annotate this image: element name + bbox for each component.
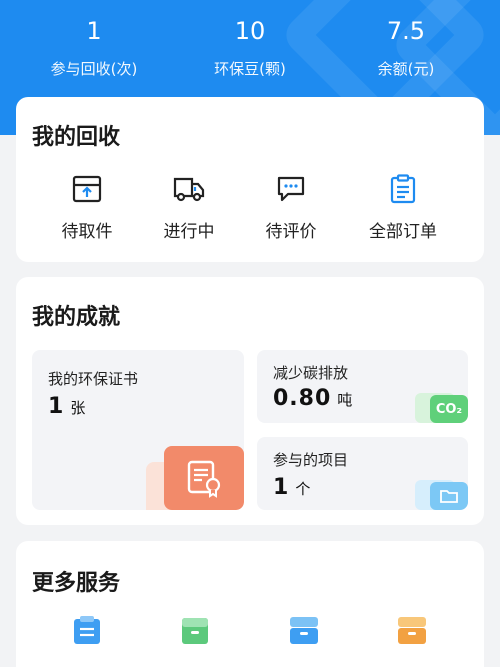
projects-value: 1个 — [273, 475, 311, 500]
certificate-icon — [164, 446, 244, 510]
truck-icon — [171, 171, 207, 207]
projects-tile[interactable]: 参与的项目 1个 — [257, 437, 468, 510]
card-title: 我的回收 — [32, 125, 121, 150]
my-achievement-card: 我的成就 我的环保证书 1张 减少碳排放 0.80 吨 CO₂ 参与的项目 1个 — [16, 277, 484, 525]
service-item[interactable] — [155, 615, 235, 649]
service-item[interactable] — [47, 615, 127, 649]
certificate-count: 1 — [48, 394, 65, 419]
card-title: 我的成就 — [32, 305, 121, 330]
stat-eco-beans[interactable]: 10 环保豆(颗) — [170, 14, 330, 79]
projects-count: 1 — [273, 475, 290, 500]
pending-pickup-label: 待取件 — [61, 222, 113, 242]
certificate-title: 我的环保证书 — [48, 370, 139, 388]
stat-label: 环保豆(颗) — [214, 60, 286, 78]
stat-balance[interactable]: 7.5 余额(元) — [326, 14, 486, 79]
carbon-amount: 0.80 — [273, 386, 332, 411]
in-progress-label: 进行中 — [163, 222, 215, 242]
projects-unit: 个 — [295, 480, 312, 498]
carbon-unit: 吨 — [337, 391, 354, 409]
service-item[interactable] — [372, 615, 452, 649]
certificate-tile[interactable]: 我的环保证书 1张 — [32, 350, 244, 510]
box-icon — [182, 618, 208, 644]
stat-recycle-count[interactable]: 1 参与回收(次) — [14, 14, 174, 79]
carbon-value: 0.80 吨 — [273, 386, 353, 411]
clipboard-icon — [385, 171, 421, 207]
co2-badge: CO₂ — [430, 395, 468, 423]
stat-value: 1 — [86, 17, 102, 45]
more-services-card: 更多服务 — [16, 541, 484, 667]
certificate-value: 1张 — [48, 394, 86, 419]
pending-review-label: 待评价 — [265, 222, 317, 242]
projects-title: 参与的项目 — [273, 451, 349, 469]
folder-icon — [430, 482, 468, 510]
drawer-icon — [290, 617, 318, 644]
card-title: 更多服务 — [32, 571, 121, 596]
pending-pickup-button[interactable]: 待取件 — [32, 171, 142, 242]
drawer-icon — [398, 617, 426, 644]
pending-review-button[interactable]: 待评价 — [236, 171, 346, 242]
all-orders-label: 全部订单 — [369, 222, 437, 242]
chat-icon — [273, 171, 309, 207]
stat-value: 10 — [234, 17, 266, 45]
box-icon — [69, 171, 105, 207]
carbon-title: 减少碳排放 — [273, 364, 349, 382]
clipboard-icon — [74, 616, 100, 644]
carbon-reduction-tile[interactable]: 减少碳排放 0.80 吨 CO₂ — [257, 350, 468, 423]
stat-value: 7.5 — [386, 17, 426, 45]
stat-label: 余额(元) — [377, 60, 435, 78]
in-progress-button[interactable]: 进行中 — [134, 171, 244, 242]
certificate-unit: 张 — [70, 399, 87, 417]
stat-label: 参与回收(次) — [50, 60, 138, 78]
my-recycle-card: 我的回收 待取件 进行中 待评价 全部订单 — [16, 97, 484, 262]
all-orders-button[interactable]: 全部订单 — [348, 171, 458, 242]
service-item[interactable] — [264, 615, 344, 649]
